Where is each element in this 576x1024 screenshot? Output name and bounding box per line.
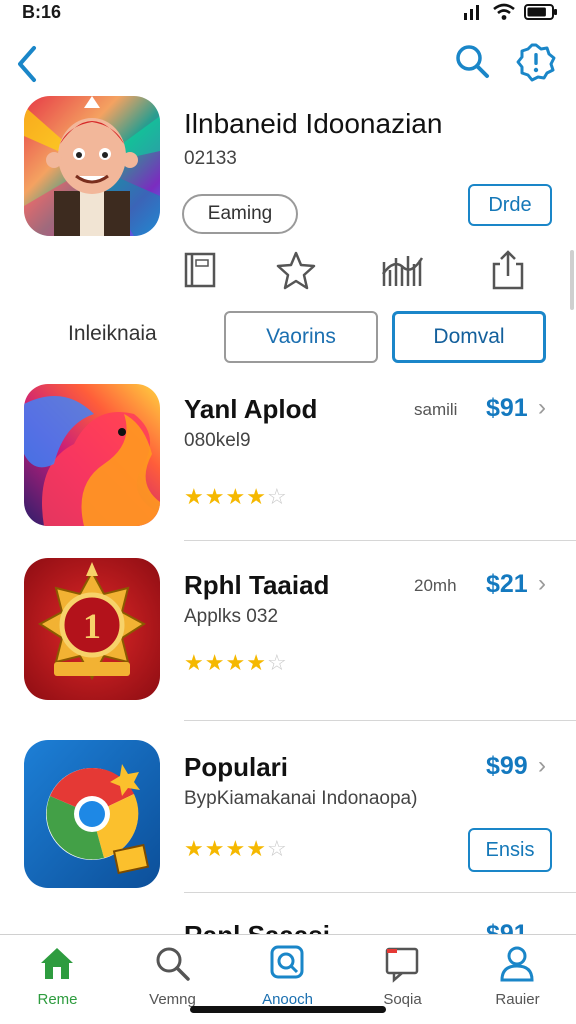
app-price[interactable]: $99 bbox=[486, 752, 528, 781]
svg-text:1: 1 bbox=[83, 606, 101, 646]
battery-icon bbox=[524, 4, 557, 20]
nav-bar bbox=[0, 36, 576, 88]
app-subtitle: 080kel9 bbox=[184, 430, 251, 451]
message-icon bbox=[385, 947, 419, 983]
book-icon bbox=[184, 252, 216, 288]
star-filled-icon: ★ bbox=[204, 650, 226, 675]
rating-stars: ★★★★☆ bbox=[184, 484, 288, 510]
signal-icon bbox=[464, 5, 479, 20]
app-name: Ranl Saaasi bbox=[184, 920, 330, 934]
tab-home[interactable]: Reme bbox=[0, 935, 115, 1024]
app-meta: 20mh bbox=[414, 576, 457, 595]
info-button[interactable] bbox=[514, 42, 558, 82]
action-icon-row bbox=[0, 248, 576, 298]
star-filled-icon: ★ bbox=[204, 836, 226, 861]
star-filled-icon: ★ bbox=[204, 484, 226, 509]
home-indicator[interactable] bbox=[190, 1006, 386, 1013]
magnifier-card-icon bbox=[270, 945, 304, 979]
chevron-left-icon bbox=[18, 46, 36, 82]
hero-app-subtitle: 02133 bbox=[184, 148, 237, 169]
category-pill[interactable]: Eaming bbox=[182, 194, 298, 234]
star-filled-icon: ★ bbox=[184, 836, 205, 861]
wifi-icon bbox=[493, 3, 515, 20]
star-outline-icon bbox=[276, 251, 316, 290]
hero-app-icon bbox=[24, 96, 160, 236]
app-icon: 1 bbox=[24, 558, 160, 700]
chevron-right-icon: › bbox=[538, 394, 546, 421]
share-button[interactable] bbox=[486, 248, 530, 292]
app-subtitle: Applks 032 bbox=[184, 606, 279, 627]
star-filled-icon: ★ bbox=[246, 836, 267, 861]
tab-label: Rauier bbox=[495, 991, 540, 1008]
app-name: Populari bbox=[184, 752, 289, 782]
star-filled-icon: ★ bbox=[225, 650, 247, 675]
status-icons bbox=[462, 3, 558, 21]
chevron-right-icon: › bbox=[538, 570, 546, 597]
share-icon bbox=[492, 250, 524, 290]
favorite-button[interactable] bbox=[274, 248, 318, 292]
book-button[interactable] bbox=[178, 248, 222, 292]
hero-action-button[interactable]: Drde bbox=[468, 184, 552, 226]
status-time: B:16 bbox=[22, 2, 62, 22]
rating-stars: ★★★★☆ bbox=[184, 836, 288, 862]
star-filled-icon: ★ bbox=[184, 650, 205, 675]
alert-badge-icon bbox=[516, 43, 556, 82]
star-filled-icon: ★ bbox=[225, 484, 247, 509]
app-price[interactable]: $91 bbox=[486, 920, 528, 934]
tab-label: Reme bbox=[37, 991, 78, 1008]
star-filled-icon: ★ bbox=[246, 484, 267, 509]
app-action-button[interactable]: Ensis bbox=[468, 828, 552, 872]
app-subtitle: BypKiamakanai Indonaopa) bbox=[184, 788, 418, 809]
star-empty-icon: ☆ bbox=[266, 836, 288, 861]
star-empty-icon: ☆ bbox=[266, 650, 288, 675]
person-icon bbox=[500, 946, 534, 982]
app-icon bbox=[24, 740, 160, 888]
stats-button[interactable] bbox=[380, 248, 424, 292]
app-price[interactable]: $91 bbox=[486, 394, 528, 423]
scrollbar[interactable] bbox=[570, 250, 574, 310]
app-name: Rphl Taaiad bbox=[184, 570, 330, 600]
app-name: Yanl Aplod bbox=[184, 394, 318, 424]
segment-option-download[interactable]: Domval bbox=[392, 311, 546, 363]
list-item[interactable]: Ranl Saaasi $91 bbox=[0, 914, 576, 934]
chevron-right-icon: › bbox=[538, 752, 546, 779]
search-icon bbox=[456, 45, 489, 78]
chart-icon bbox=[381, 256, 424, 286]
rating-stars: ★★★★☆ bbox=[184, 650, 288, 676]
app-price[interactable]: $21 bbox=[486, 570, 528, 599]
status-bar: B:16 bbox=[0, 0, 576, 28]
tab-profile[interactable]: Rauier bbox=[460, 935, 575, 1024]
app-meta: samili bbox=[414, 400, 458, 419]
star-filled-icon: ★ bbox=[246, 650, 267, 675]
divider bbox=[184, 892, 576, 893]
star-empty-icon: ☆ bbox=[266, 484, 288, 509]
segment-option-versions[interactable]: Vaorins bbox=[224, 311, 378, 363]
search-button[interactable] bbox=[452, 42, 492, 82]
star-filled-icon: ★ bbox=[225, 836, 247, 861]
divider bbox=[184, 720, 576, 721]
segment-label: Inleiknaia bbox=[68, 322, 157, 345]
divider bbox=[184, 540, 576, 541]
hero-app-title: Ilnbaneid Idoonazian bbox=[184, 108, 443, 139]
back-button[interactable] bbox=[12, 40, 44, 84]
app-icon bbox=[24, 384, 160, 526]
search-icon bbox=[156, 947, 190, 981]
star-filled-icon: ★ bbox=[184, 484, 205, 509]
home-icon bbox=[41, 948, 73, 979]
